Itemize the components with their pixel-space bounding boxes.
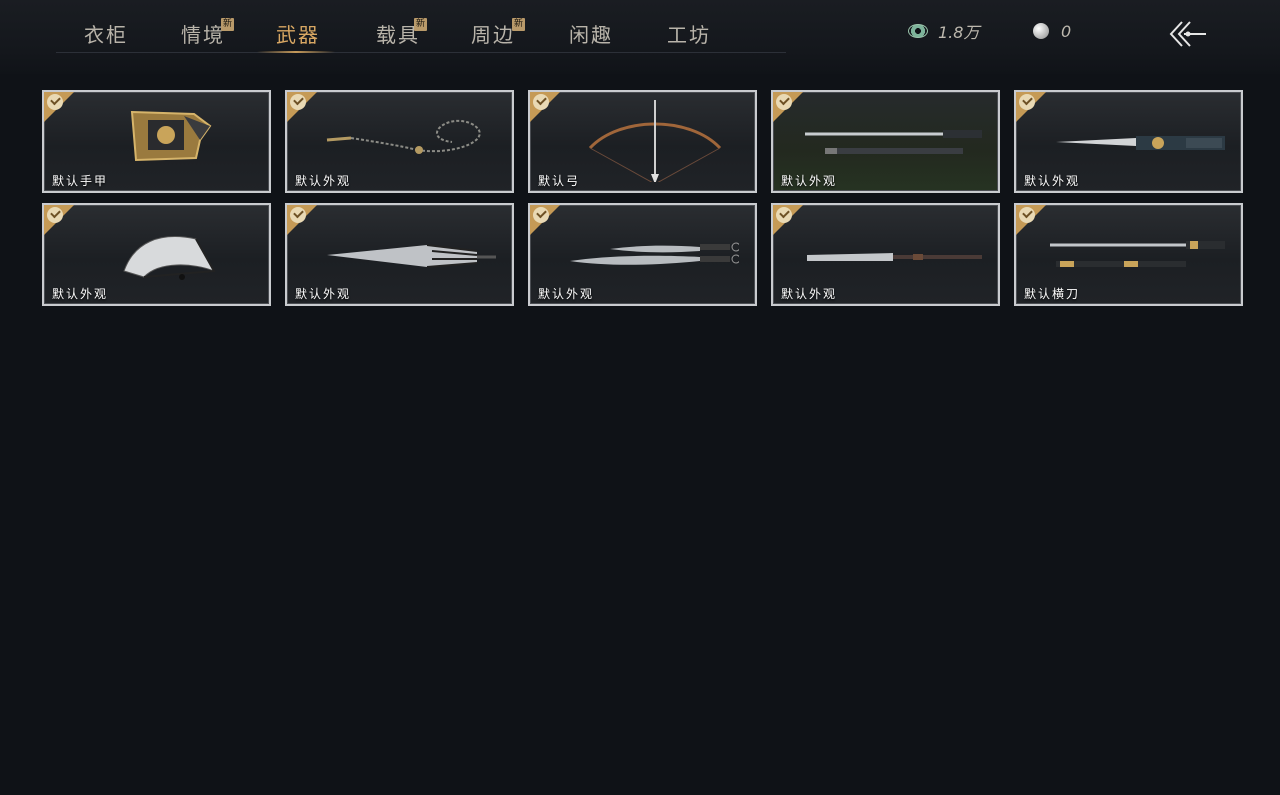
- bow-icon: [588, 100, 722, 182]
- item-label: 默认外观: [538, 287, 595, 301]
- jade-coin-icon: [908, 24, 928, 38]
- top-bar: 衣柜 情境 新 武器 载具 新 周边 新 闲趣 工坊 1.8万 0: [0, 0, 1280, 74]
- active-tab-indicator: [257, 51, 335, 53]
- tab-workshop[interactable]: 工坊: [667, 14, 711, 52]
- pearl-currency: 0: [1033, 20, 1071, 42]
- tab-leisure[interactable]: 闲趣: [569, 14, 613, 52]
- jade-amount: 1.8万: [938, 23, 980, 42]
- pearl-icon: [1033, 23, 1049, 39]
- ornate-sword-icon: [1056, 136, 1225, 150]
- checkmark-icon: [290, 207, 306, 223]
- checkmark-icon: [533, 94, 549, 110]
- item-label: 默认弓: [538, 174, 581, 188]
- checkmark-icon: [47, 94, 63, 110]
- item-label: 默认外观: [295, 174, 352, 188]
- weapon-card-glaive[interactable]: 默认外观: [771, 203, 1000, 306]
- hengdao-icon: [1050, 241, 1225, 267]
- item-label: 默认外观: [295, 287, 352, 301]
- pearl-amount: 0: [1061, 21, 1072, 41]
- item-label: 默认横刀: [1024, 287, 1081, 301]
- new-badge: 新: [512, 18, 525, 31]
- checkmark-icon: [1019, 94, 1035, 110]
- checkmark-icon: [47, 207, 63, 223]
- tab-accessories[interactable]: 周边: [471, 14, 515, 52]
- tab-weapons[interactable]: 武器: [276, 14, 320, 52]
- tab-wardrobe[interactable]: 衣柜: [84, 14, 128, 52]
- weapon-card-twin-sabres[interactable]: 默认外观: [528, 203, 757, 306]
- back-button[interactable]: [1166, 18, 1210, 50]
- item-label: 默认外观: [781, 174, 838, 188]
- jade-currency: 1.8万: [908, 20, 979, 42]
- category-tabs: 衣柜 情境 新 武器 载具 新 周边 新 闲趣 工坊: [56, 14, 786, 53]
- folding-fan-icon: [123, 236, 216, 280]
- tab-scenes[interactable]: 情境: [181, 14, 225, 52]
- weapon-card-bow[interactable]: 默认弓: [528, 90, 757, 193]
- sword-and-scabbard-icon: [805, 130, 982, 154]
- rope-dart-icon: [326, 119, 481, 154]
- gauntlet-icon: [130, 110, 212, 162]
- weapon-card-hengdao[interactable]: 默认横刀: [1014, 203, 1243, 306]
- checkmark-icon: [776, 94, 792, 110]
- checkmark-icon: [1019, 207, 1035, 223]
- weapon-card-fan[interactable]: 默认外观: [42, 203, 271, 306]
- new-badge: 新: [414, 18, 427, 31]
- twin-sabres-icon: [570, 242, 739, 265]
- item-label: 默认外观: [52, 287, 109, 301]
- checkmark-icon: [533, 207, 549, 223]
- checkmark-icon: [776, 207, 792, 223]
- umbrella-icon: [327, 244, 496, 268]
- weapon-card-gauntlet[interactable]: 默认手甲: [42, 90, 271, 193]
- checkmark-icon: [290, 94, 306, 110]
- weapon-card-ornate-sword[interactable]: 默认外观: [1014, 90, 1243, 193]
- weapon-card-umbrella[interactable]: 默认外观: [285, 203, 514, 306]
- item-label: 默认手甲: [52, 174, 109, 188]
- item-label: 默认外观: [781, 287, 838, 301]
- weapon-card-rope-dart[interactable]: 默认外观: [285, 90, 514, 193]
- new-badge: 新: [221, 18, 234, 31]
- item-label: 默认外观: [1024, 174, 1081, 188]
- weapon-card-sword[interactable]: 默认外观: [771, 90, 1000, 193]
- back-arrow-icon: [1169, 21, 1206, 47]
- glaive-icon: [807, 253, 982, 261]
